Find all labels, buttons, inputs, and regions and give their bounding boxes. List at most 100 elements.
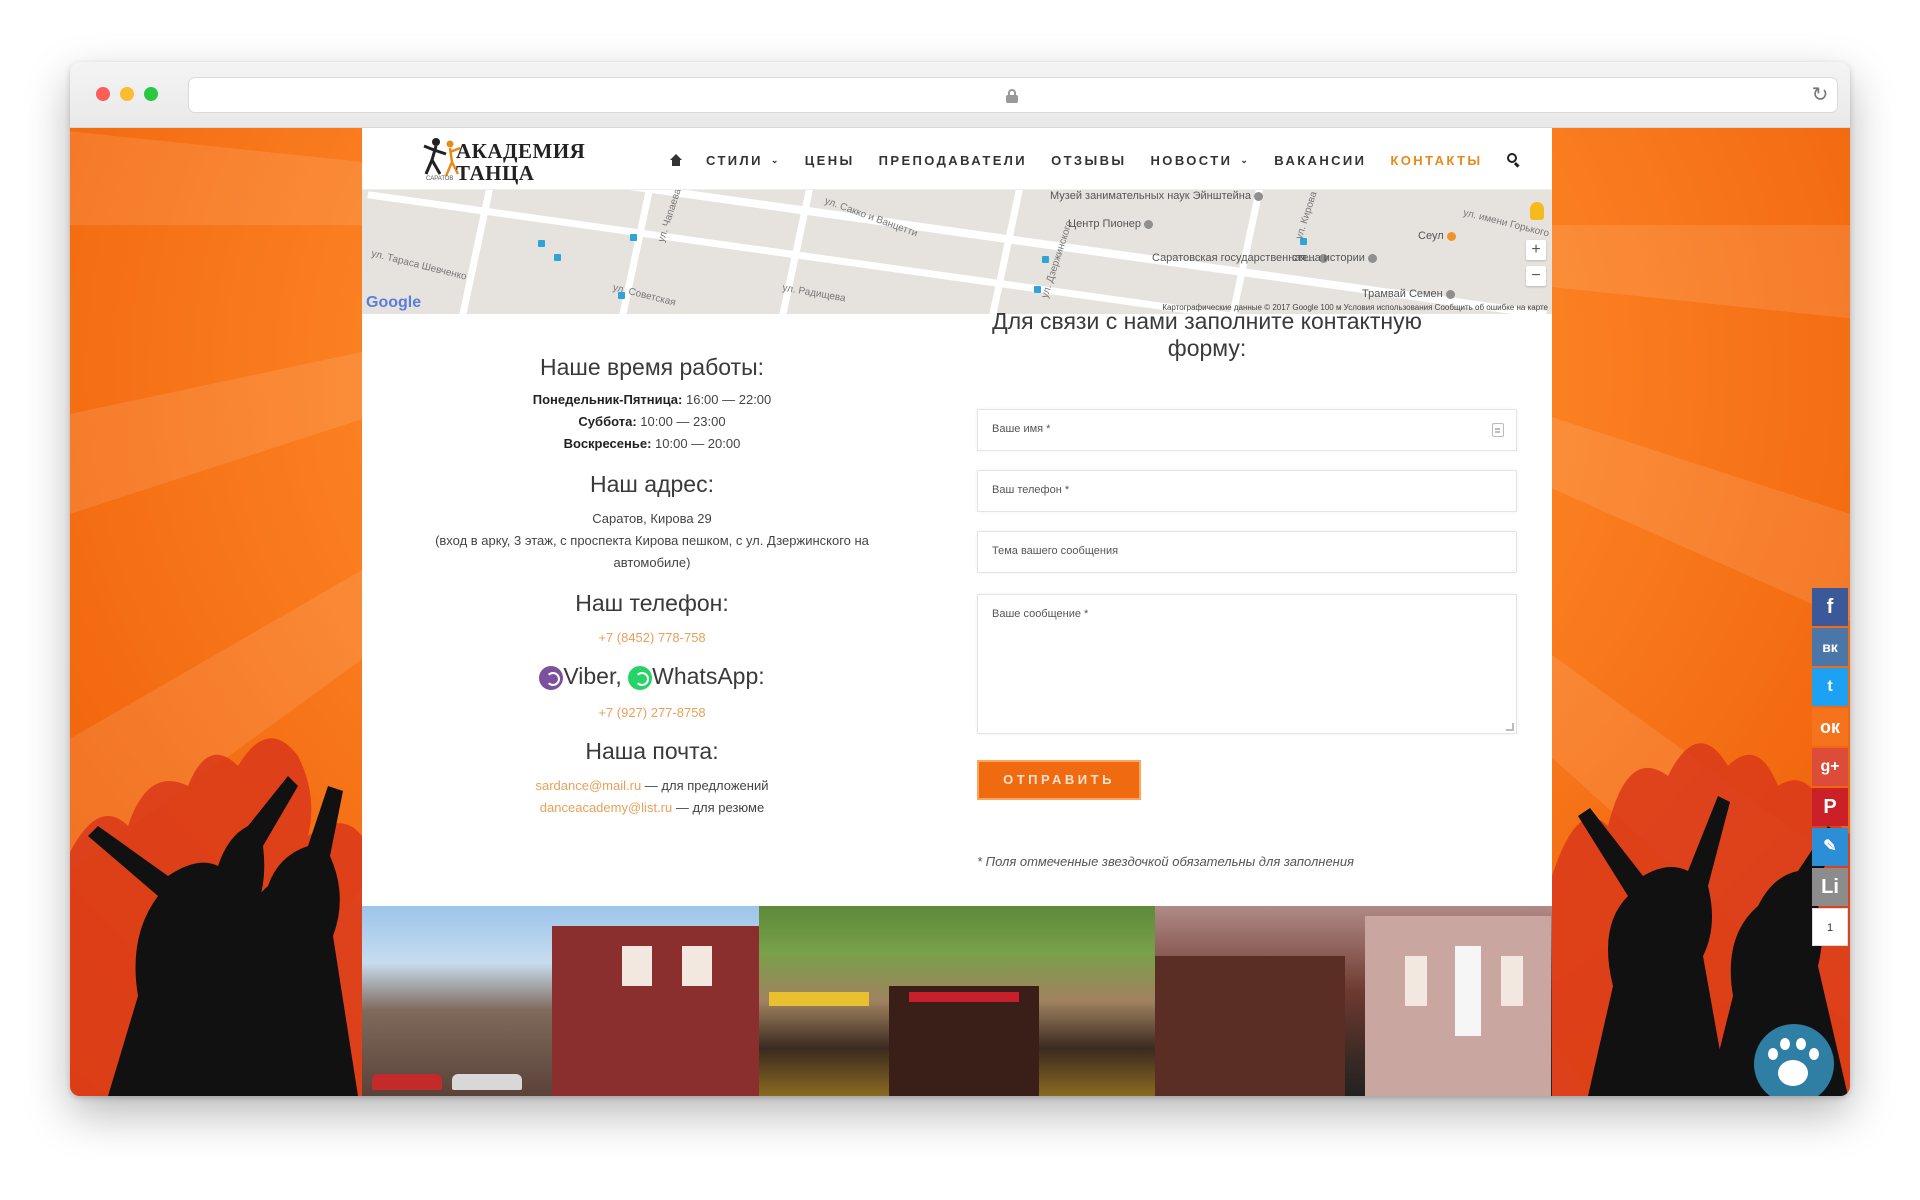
- autofill-contact-icon[interactable]: [1492, 423, 1504, 437]
- paw-pad: [1778, 1060, 1808, 1086]
- photo-sign: [1455, 946, 1482, 1036]
- mail-list: sardance@mail.ru — для предложений dance…: [397, 775, 907, 819]
- map-street-label: ул. Тараса Шевченко: [370, 248, 468, 283]
- main-nav: СТИЛИ ⌄ ЦЕНЫ ПРЕПОДАВАТЕЛИ ОТЗЫВЫ НОВОСТИ…: [670, 150, 1521, 170]
- email-link[interactable]: danceacademy@list.ru: [540, 800, 672, 815]
- photo-window: [1405, 956, 1428, 1006]
- address-block: Саратов, Кирова 29 (вход в арку, 3 этаж,…: [397, 508, 907, 574]
- poi-label: Музей занимательных наук Эйнштейна: [1050, 190, 1251, 202]
- message-textarea[interactable]: Ваше сообщение *: [977, 594, 1517, 734]
- phone-input[interactable]: Ваш телефон *: [977, 470, 1517, 512]
- photo-window: [682, 946, 712, 986]
- hours-value: 16:00 — 22:00: [685, 392, 772, 407]
- photo-window: [622, 946, 652, 986]
- required-fields-note: * Поля отмеченные звездочкой обязательны…: [977, 854, 1355, 869]
- browser-window: ↻ АКАДЕМИЯ ТАНЦА САРАТОВ СТИЛИ ⌄ ЦЕНЫ ПР…: [70, 62, 1850, 1096]
- photo-car: [452, 1074, 522, 1090]
- transit-stop-icon: [618, 292, 625, 299]
- photo-strip: [362, 906, 1553, 1096]
- whatsapp-label: WhatsApp:: [652, 663, 765, 689]
- home-icon[interactable]: [670, 154, 682, 166]
- search-icon[interactable]: [1506, 153, 1521, 168]
- site-logo[interactable]: АКАДЕМИЯ ТАНЦА САРАТОВ: [422, 134, 585, 186]
- hours-label: Воскресенье:: [563, 436, 652, 451]
- transit-stop-icon: [538, 240, 545, 247]
- odnoklassniki-icon[interactable]: ок: [1812, 708, 1848, 746]
- poi-label: Сеул: [1418, 230, 1444, 242]
- google-map[interactable]: ул. Тараса Шевченко ул. Советская ул. Са…: [362, 190, 1552, 314]
- nav-label: СТИЛИ: [706, 152, 763, 168]
- map-poi[interactable]: Музей занимательных наук Эйнштейна: [1050, 190, 1263, 202]
- map-street-label: ул. Радищева: [781, 282, 847, 305]
- social-share-bar: f вк t ок g+ P ✎ Li 1: [1812, 588, 1848, 948]
- chat-widget-paw-icon[interactable]: [1754, 1024, 1834, 1096]
- nav-item-vacancies[interactable]: ВАКАНСИИ: [1274, 153, 1366, 168]
- subject-input[interactable]: Тема вашего сообщения: [977, 531, 1517, 573]
- email-note: — для резюме: [672, 800, 765, 815]
- map-pin-icon: [1253, 191, 1263, 201]
- nav-item-reviews[interactable]: ОТЗЫВЫ: [1051, 153, 1126, 168]
- email-note: — для предложений: [641, 778, 769, 793]
- whatsapp-icon: [628, 665, 653, 690]
- hours-row: Воскресенье: 10:00 — 20:00: [397, 433, 907, 455]
- vk-icon[interactable]: вк: [1812, 628, 1848, 666]
- paw-toe: [1780, 1038, 1790, 1050]
- logo-line-2: ТАНЦА: [456, 161, 535, 185]
- photo-sign: [768, 992, 869, 1006]
- address-title: Наш адрес:: [590, 471, 714, 497]
- reload-icon[interactable]: ↻: [1809, 84, 1831, 106]
- paw-toe: [1809, 1048, 1819, 1060]
- transit-stop-icon: [1300, 238, 1307, 245]
- map-road: [984, 190, 1027, 314]
- address-directions: (вход в арку, 3 этаж, с проспекта Кирова…: [435, 533, 869, 570]
- map-poi[interactable]: Сеул: [1418, 230, 1456, 242]
- nav-item-prices[interactable]: ЦЕНЫ: [805, 153, 855, 168]
- building-photo-2[interactable]: [758, 906, 1156, 1096]
- map-pin-icon: [1445, 289, 1455, 299]
- facebook-icon[interactable]: f: [1812, 588, 1848, 626]
- browser-titlebar: ↻: [70, 62, 1850, 128]
- transit-stop-icon: [1042, 256, 1049, 263]
- map-poi[interactable]: стена истории: [1292, 252, 1377, 264]
- hours-value: 10:00 — 23:00: [640, 414, 726, 429]
- nav-item-news[interactable]: НОВОСТИ ⌄: [1151, 153, 1251, 168]
- building-photo-3[interactable]: [1155, 906, 1553, 1096]
- zoom-out-button[interactable]: −: [1526, 266, 1546, 286]
- building-photo-1[interactable]: [362, 906, 759, 1096]
- map-street-label: ул. Кирова: [1293, 190, 1320, 241]
- page-viewport: АКАДЕМИЯ ТАНЦА САРАТОВ СТИЛИ ⌄ ЦЕНЫ ПРЕПО…: [70, 128, 1850, 1096]
- messenger-phone-link[interactable]: +7 (927) 277-8758: [598, 705, 705, 720]
- resize-handle-icon[interactable]: [1506, 723, 1514, 731]
- maximize-window-button[interactable]: [144, 87, 158, 101]
- name-input[interactable]: Ваше имя *: [977, 409, 1517, 451]
- viber-label: Viber,: [563, 663, 622, 689]
- form-title: Для связи с нами заполните контактную фо…: [992, 308, 1422, 361]
- liveinternet-icon[interactable]: Li: [1812, 868, 1848, 906]
- close-window-button[interactable]: [96, 87, 110, 101]
- map-poi[interactable]: Трамвай Семен: [1362, 288, 1455, 300]
- transit-stop-icon: [1034, 286, 1041, 293]
- zoom-in-button[interactable]: +: [1526, 240, 1546, 260]
- pinterest-icon[interactable]: P: [1812, 788, 1848, 826]
- logo-line-1: АКАДЕМИЯ: [456, 139, 586, 163]
- contact-info: Наше время работы: Понедельник-Пятница: …: [397, 314, 907, 819]
- lock-icon: [1006, 89, 1018, 103]
- email-link[interactable]: sardance@mail.ru: [536, 778, 642, 793]
- google-plus-icon[interactable]: g+: [1812, 748, 1848, 786]
- nav-item-contacts[interactable]: КОНТАКТЫ: [1390, 153, 1482, 168]
- map-pin-icon: [1446, 231, 1456, 241]
- street-view-pegman-icon[interactable]: [1530, 202, 1544, 220]
- livejournal-icon[interactable]: ✎: [1812, 828, 1848, 866]
- photo-sign: [908, 992, 1019, 1002]
- google-logo: Google: [366, 294, 422, 311]
- minimize-window-button[interactable]: [120, 87, 134, 101]
- hours-value: 10:00 — 20:00: [655, 436, 741, 451]
- phone-link[interactable]: +7 (8452) 778-758: [598, 630, 705, 645]
- address-bar[interactable]: ↻: [188, 77, 1838, 113]
- submit-button[interactable]: ОТПРАВИТЬ: [977, 760, 1141, 800]
- twitter-icon[interactable]: t: [1812, 668, 1848, 706]
- nav-item-teachers[interactable]: ПРЕПОДАВАТЕЛИ: [879, 153, 1027, 168]
- map-poi[interactable]: Центр Пионер: [1068, 218, 1154, 230]
- subject-placeholder: Тема вашего сообщения: [992, 545, 1119, 557]
- nav-item-styles[interactable]: СТИЛИ ⌄: [706, 153, 781, 168]
